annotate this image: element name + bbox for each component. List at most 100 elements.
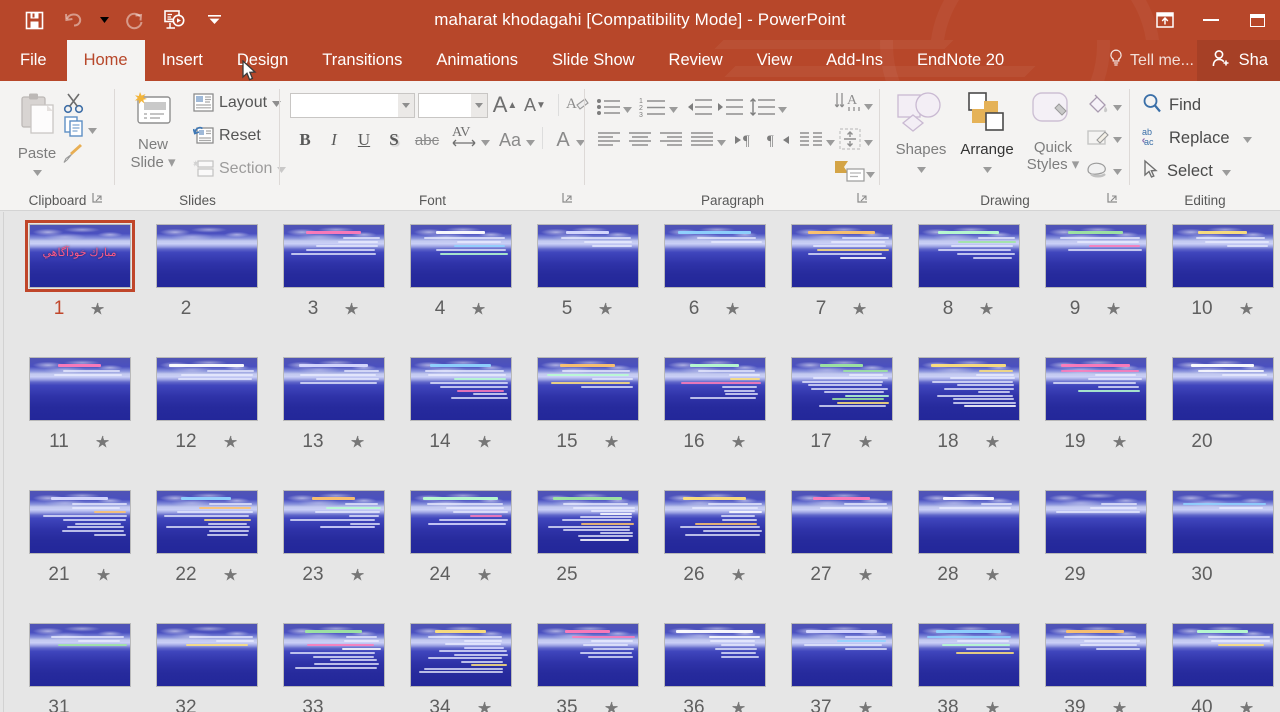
animation-star-icon[interactable]: [858, 700, 873, 712]
character-spacing-button[interactable]: AV: [448, 122, 482, 150]
tab-insert[interactable]: Insert: [145, 40, 220, 81]
shape-effects-button[interactable]: [1085, 155, 1111, 183]
slide-thumbnail[interactable]: [1041, 353, 1151, 425]
slide-thumbnail[interactable]: [533, 486, 643, 558]
italic-button[interactable]: I: [321, 126, 347, 154]
slide-thumbnail[interactable]: [406, 220, 516, 292]
paste-dropdown-icon[interactable]: [32, 163, 42, 180]
slide-thumbnail[interactable]: [787, 353, 897, 425]
animation-star-icon[interactable]: [725, 301, 740, 317]
font-color-button[interactable]: A: [550, 126, 576, 154]
smartart-dropdown-icon[interactable]: [866, 165, 875, 183]
animation-star-icon[interactable]: [604, 434, 619, 450]
slide-thumbnail-cell[interactable]: 21: [16, 486, 143, 590]
animation-star-icon[interactable]: [731, 700, 746, 712]
tab-slide-show[interactable]: Slide Show: [535, 40, 652, 81]
tab-file[interactable]: File: [0, 40, 67, 81]
slide-thumbnail-cell[interactable]: 25: [524, 486, 651, 590]
animation-star-icon[interactable]: [598, 301, 613, 317]
text-shadow-button[interactable]: S: [381, 126, 407, 154]
slide-thumbnail-cell[interactable]: 9: [1032, 220, 1159, 324]
shapes-dropdown-icon[interactable]: [916, 160, 926, 177]
line-spacing-dropdown-icon[interactable]: [778, 100, 787, 118]
underline-button[interactable]: U: [351, 126, 377, 154]
slide-thumbnail-cell[interactable]: 33: [270, 619, 397, 712]
replace-button[interactable]: ab ac Replace: [1142, 126, 1252, 151]
arrange-button[interactable]: Arrange: [952, 89, 1022, 177]
font-size-dropdown-icon[interactable]: [471, 94, 487, 117]
slide-thumbnail[interactable]: [914, 353, 1024, 425]
replace-dropdown-icon[interactable]: [1242, 130, 1252, 148]
slide-thumbnail[interactable]: [914, 619, 1024, 691]
select-dropdown-icon[interactable]: [1221, 163, 1231, 181]
slide-thumbnail[interactable]: [787, 486, 897, 558]
slide-thumbnail[interactable]: [1168, 220, 1278, 292]
shapes-button[interactable]: Shapes: [888, 89, 954, 177]
slide-thumbnail[interactable]: [1041, 220, 1151, 292]
animation-star-icon[interactable]: [1112, 434, 1127, 450]
slide-thumbnail-cell[interactable]: 37: [778, 619, 905, 712]
slide-thumbnail-cell[interactable]: 5: [524, 220, 651, 324]
justify-button[interactable]: [688, 126, 716, 154]
slide-thumbnail-cell[interactable]: 23: [270, 486, 397, 590]
animation-star-icon[interactable]: [985, 567, 1000, 583]
slide-thumbnail[interactable]: [533, 220, 643, 292]
animation-star-icon[interactable]: [95, 434, 110, 450]
slide-thumbnail-cell[interactable]: 27: [778, 486, 905, 590]
new-slide-dropdown-icon[interactable]: ▾: [164, 154, 176, 171]
slide-thumbnail-cell[interactable]: 16: [651, 353, 778, 457]
slide-thumbnail[interactable]: [1168, 353, 1278, 425]
slide-thumbnail-cell[interactable]: 39: [1032, 619, 1159, 712]
align-text-dropdown-icon[interactable]: [864, 133, 873, 151]
slide-thumbnail[interactable]: [152, 486, 262, 558]
slide-thumbnail-cell[interactable]: مبارك خودآگاهي 1: [16, 220, 143, 324]
columns-button[interactable]: [797, 126, 825, 154]
slide-thumbnail-cell[interactable]: 4: [397, 220, 524, 324]
animation-star-icon[interactable]: [731, 567, 746, 583]
new-slide-button[interactable]: New Slide ▾: [123, 91, 183, 172]
tell-me-search[interactable]: Tell me...: [1109, 40, 1194, 81]
arrange-dropdown-icon[interactable]: [982, 160, 992, 177]
animation-star-icon[interactable]: [985, 700, 1000, 712]
shape-outline-button[interactable]: [1085, 123, 1111, 151]
tab-animations[interactable]: Animations: [419, 40, 535, 81]
animation-star-icon[interactable]: [96, 567, 111, 583]
animation-star-icon[interactable]: [858, 434, 873, 450]
copy-button[interactable]: [63, 115, 85, 142]
section-button[interactable]: Section: [193, 159, 287, 178]
character-spacing-dropdown-icon[interactable]: [481, 133, 490, 151]
paste-button[interactable]: Paste: [10, 91, 64, 180]
shape-fill-dropdown-icon[interactable]: [1113, 98, 1122, 116]
animation-star-icon[interactable]: [979, 301, 994, 317]
slide-thumbnail-cell[interactable]: 32: [143, 619, 270, 712]
justify-dropdown-icon[interactable]: [717, 133, 726, 151]
quick-styles-button[interactable]: Quick Styles ▾: [1022, 89, 1084, 173]
share-button[interactable]: Sha: [1196, 40, 1280, 81]
slide-thumbnail[interactable]: [279, 353, 389, 425]
align-left-button[interactable]: [595, 126, 623, 154]
slide-thumbnail[interactable]: [25, 486, 135, 558]
animation-star-icon[interactable]: [1239, 301, 1254, 317]
slide-thumbnail-cell[interactable]: 10: [1159, 220, 1280, 324]
animation-star-icon[interactable]: [1106, 301, 1121, 317]
slide-thumbnail-cell[interactable]: 26: [651, 486, 778, 590]
select-button[interactable]: Select: [1142, 159, 1231, 184]
animation-star-icon[interactable]: [1112, 700, 1127, 712]
slide-thumbnail[interactable]: [1168, 619, 1278, 691]
align-text-button[interactable]: [835, 125, 865, 153]
save-icon[interactable]: [14, 0, 54, 40]
increase-indent-button[interactable]: [716, 93, 744, 121]
line-spacing-button[interactable]: [748, 93, 776, 121]
decrease-font-size-button[interactable]: A ▼: [522, 91, 548, 119]
slide-thumbnail[interactable]: [25, 619, 135, 691]
animation-star-icon[interactable]: [344, 301, 359, 317]
slide-thumbnail-cell[interactable]: 13: [270, 353, 397, 457]
slide-thumbnail[interactable]: [787, 619, 897, 691]
minimize-icon[interactable]: [1188, 0, 1234, 40]
slide-thumbnail-cell[interactable]: 30: [1159, 486, 1280, 590]
slide-thumbnail[interactable]: [660, 619, 770, 691]
animation-star-icon[interactable]: [858, 567, 873, 583]
slide-thumbnail-cell[interactable]: 3: [270, 220, 397, 324]
change-case-dropdown-icon[interactable]: [526, 133, 535, 151]
tab-review[interactable]: Review: [652, 40, 740, 81]
